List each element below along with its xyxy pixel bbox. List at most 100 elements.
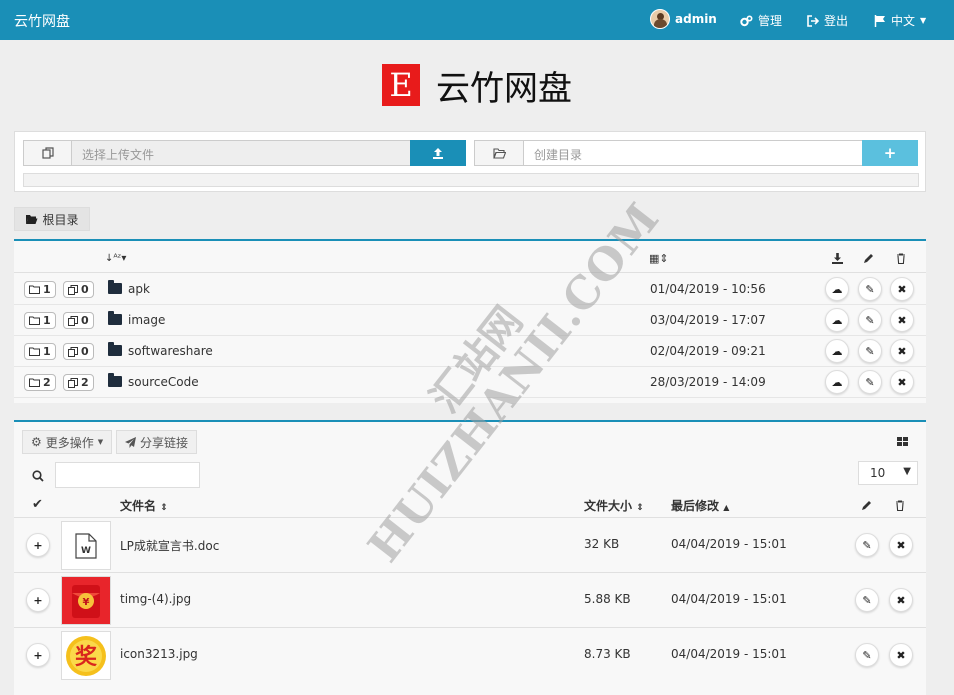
search-icon [32,470,44,482]
share-link-button[interactable]: 分享链接 [116,430,198,454]
delete-dir-button[interactable]: ✖ [890,339,914,363]
edit-file-button[interactable]: ✎ [855,588,879,612]
delete-dir-button[interactable]: ✖ [890,277,914,301]
directory-row[interactable]: 1 0 image 03/04/2019 - 17:07 ☁ ✎ ✖ [14,305,926,336]
file-count: 0 [81,283,89,296]
expand-row-button[interactable]: + [26,588,50,612]
sort-date-icon[interactable]: ▦⇕ [649,252,669,265]
delete-file-button[interactable]: ✖ [889,533,913,557]
file-row[interactable]: + 奖 icon3213.jpg 8.73 KB 04/04/2019 - 15… [14,627,926,682]
size-column-header[interactable]: 文件大小 ⇕ [584,497,644,514]
file-row[interactable]: + ¥ timg-(4).jpg 5.88 KB 04/04/2019 - 15… [14,572,926,627]
delete-dir-button[interactable]: ✖ [890,370,914,394]
file-name[interactable]: timg-(4).jpg [120,592,191,606]
directory-row[interactable]: 1 0 apk 01/04/2019 - 10:56 ☁ ✎ ✖ [14,274,926,305]
name-header-label: 文件名 [120,499,157,513]
file-size: 32 KB [584,537,620,551]
modified-header-label: 最后修改 [671,499,720,513]
file-count-badge[interactable]: 0 [63,343,94,360]
manage-label: 管理 [758,14,783,28]
edit-dir-button[interactable]: ✎ [858,339,882,363]
edit-dir-button[interactable]: ✎ [858,277,882,301]
breadcrumb-root-label: 根目录 [42,212,79,227]
caret-down-icon: ▼ [920,16,927,25]
subdir-count-badge[interactable]: 1 [24,312,56,329]
file-count-badge[interactable]: 2 [63,374,94,391]
file-count: 0 [81,314,89,327]
language-dropdown[interactable]: 中文 ▼ [874,12,926,29]
trash-header-icon [896,500,904,511]
user-menu[interactable]: admin [650,9,717,29]
copy-icon [68,377,78,388]
delete-file-button[interactable]: ✖ [889,643,913,667]
select-all-check-icon[interactable]: ✔ [32,497,43,512]
navbar-brand[interactable]: 云竹网盘 [14,11,70,31]
upload-button[interactable] [410,140,466,166]
folder-open-icon [26,214,38,224]
folder-icon [108,342,122,356]
file-row[interactable]: + W LP成就宣言书.doc 32 KB 04/04/2019 - 15:01… [14,517,926,572]
edit-file-button[interactable]: ✎ [855,533,879,557]
grid-view-icon[interactable] [897,437,908,447]
sign-out-icon [807,14,819,27]
directory-name[interactable]: image [128,313,165,327]
folder-outline-icon [29,316,40,325]
red-envelope-image[interactable]: ¥ [61,576,111,625]
delete-file-button[interactable]: ✖ [889,588,913,612]
create-dir-button[interactable]: + [862,140,918,166]
download-dir-button[interactable]: ☁ [825,339,849,363]
expand-row-button[interactable]: + [26,533,50,557]
directory-row[interactable]: 2 2 sourceCode 28/03/2019 - 14:09 ☁ ✎ ✖ [14,367,926,398]
folder-outline-icon [29,378,40,387]
file-name[interactable]: icon3213.jpg [120,647,198,661]
upload-file-input[interactable]: 选择上传文件 [71,140,411,166]
subdir-count-badge[interactable]: 1 [24,281,56,298]
directory-date: 01/04/2019 - 10:56 [650,282,766,296]
edit-file-button[interactable]: ✎ [855,643,879,667]
svg-text:W: W [81,546,91,556]
download-dir-button[interactable]: ☁ [825,370,849,394]
file-count-badge[interactable]: 0 [63,312,94,329]
prize-badge-image[interactable]: 奖 [61,631,111,680]
paper-plane-icon [125,436,136,448]
page-size-select[interactable]: 10 ▼ [858,461,918,485]
edit-dir-button[interactable]: ✎ [858,370,882,394]
modified-column-header[interactable]: 最后修改 ▲ [671,497,729,514]
copy-icon [68,346,78,357]
directory-name[interactable]: softwareshare [128,344,213,358]
expand-row-button[interactable]: + [26,643,50,667]
copy-icon [41,147,54,159]
create-dir-input[interactable]: 创建目录 [523,140,863,166]
download-dir-button[interactable]: ☁ [825,277,849,301]
directory-name[interactable]: sourceCode [128,375,199,389]
delete-dir-button[interactable]: ✖ [890,308,914,332]
sort-icon: ⇕ [160,503,168,513]
file-count-badge[interactable]: 0 [63,281,94,298]
directory-name[interactable]: apk [128,282,150,296]
directory-date: 03/04/2019 - 17:07 [650,313,766,327]
sort-alpha-icon[interactable]: ↓ᴬᶻ▾ [105,253,126,264]
file-search-input[interactable] [55,462,200,488]
subdir-count-badge[interactable]: 2 [24,374,56,391]
download-dir-button[interactable]: ☁ [825,308,849,332]
folder-icon [108,311,122,325]
more-actions-dropdown[interactable]: ⚙ 更多操作 ▼ [22,430,113,454]
logout-link[interactable]: 登出 [807,12,848,29]
edit-dir-button[interactable]: ✎ [858,308,882,332]
folder-open-icon [492,147,506,159]
more-actions-label: 更多操作 [45,435,94,450]
name-column-header[interactable]: 文件名 ⇕ [120,497,168,514]
size-header-label: 文件大小 [584,499,633,513]
file-table: ⚙ 更多操作 ▼ 分享链接 10 ▼ ✔ 文件名 ⇕ 文件大小 ⇕ 最后修改 ▲… [14,420,926,695]
word-doc-icon[interactable]: W [61,521,111,570]
subdir-count-badge[interactable]: 1 [24,343,56,360]
subdir-count: 2 [43,376,51,389]
manage-link[interactable]: 管理 [740,12,782,29]
file-name[interactable]: LP成就宣言书.doc [120,537,219,554]
directory-date: 02/04/2019 - 09:21 [650,344,766,358]
edit-header-icon [862,501,871,510]
page-size-value: 10 [870,466,886,480]
breadcrumb-root[interactable]: 根目录 [14,207,90,231]
directory-row[interactable]: 1 0 softwareshare 02/04/2019 - 09:21 ☁ ✎… [14,336,926,367]
copy-icon [68,284,78,295]
